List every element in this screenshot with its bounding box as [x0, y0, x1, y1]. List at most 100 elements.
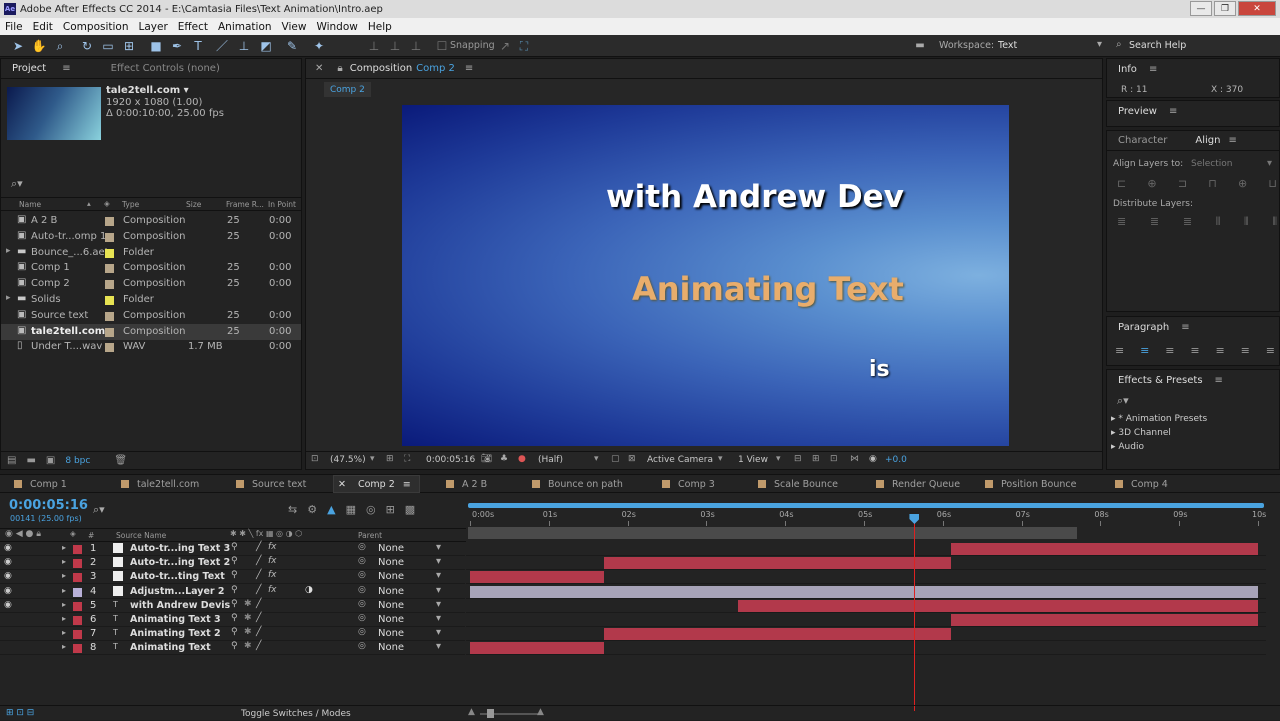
label-color-swatch[interactable]: [105, 343, 114, 353]
tab-info[interactable]: Info: [1118, 64, 1137, 75]
region-of-interest-icon[interactable]: ▢: [611, 454, 620, 464]
zoom-slider-thumb[interactable]: [487, 709, 494, 718]
snapping-checkbox[interactable]: ☐: [434, 38, 450, 54]
menu-layer[interactable]: Layer: [134, 21, 173, 33]
flowchart-icon[interactable]: ⋈: [850, 454, 859, 464]
parent-select[interactable]: None: [378, 628, 404, 639]
label-color-swatch[interactable]: [73, 559, 82, 569]
tab-paragraph[interactable]: Paragraph: [1118, 322, 1169, 333]
distribute-top-icon[interactable]: ≣: [1117, 215, 1126, 229]
text-with-andrew-dev[interactable]: with Andrew Dev: [606, 179, 904, 215]
rectangle-tool-icon[interactable]: ■: [148, 38, 164, 54]
menu-window[interactable]: Window: [311, 21, 362, 33]
expand-arrow-icon[interactable]: ▸: [62, 557, 66, 566]
distribute-bottom-icon[interactable]: ≣: [1183, 215, 1192, 229]
timeline-tab[interactable]: Source text: [236, 475, 306, 493]
layer-row[interactable]: ◉ ▸ 1 Auto-tr...ing Text 3 ⚲ ╱ fx ◎ None…: [0, 542, 465, 556]
expand-arrow-icon[interactable]: ▸: [6, 246, 11, 256]
panel-menu-icon[interactable]: ≡: [1181, 322, 1189, 333]
panel-menu-icon[interactable]: ≡: [1228, 135, 1236, 146]
col-parent[interactable]: Parent: [358, 531, 382, 540]
minimize-button[interactable]: —: [1190, 1, 1212, 16]
transparency-grid-icon[interactable]: ⊠: [628, 454, 636, 464]
project-item[interactable]: ▣ Comp 2 Composition 25 0:00: [1, 276, 301, 292]
chevron-down-icon[interactable]: ▾: [1267, 158, 1272, 169]
pick-whip-icon[interactable]: ◎: [358, 627, 366, 637]
layer-duration-bar[interactable]: [470, 642, 604, 655]
frame-blending-icon[interactable]: ▦: [346, 503, 356, 516]
label-color-swatch[interactable]: [73, 616, 82, 625]
toggle-switches-modes[interactable]: Toggle Switches / Modes: [241, 709, 351, 719]
menu-effect[interactable]: Effect: [173, 21, 213, 33]
new-comp-icon[interactable]: ▣: [46, 455, 55, 466]
new-folder-icon[interactable]: ▬: [26, 455, 35, 466]
layer-duration-bar[interactable]: [603, 557, 951, 570]
project-item[interactable]: ▸ ▬ Solids Folder: [1, 292, 301, 308]
playhead[interactable]: [914, 515, 916, 711]
type-tool-icon[interactable]: T: [190, 38, 206, 54]
label-color-swatch[interactable]: [73, 587, 82, 597]
align-text-left-icon[interactable]: ≡: [1115, 344, 1124, 357]
col-size[interactable]: Size: [186, 200, 201, 209]
layer-duration-bar[interactable]: [603, 628, 951, 641]
shy-switch-icon[interactable]: ⚲: [231, 542, 238, 552]
center-text-icon[interactable]: ≡: [1140, 344, 1149, 357]
channel-icon[interactable]: ●: [518, 454, 526, 464]
time-ruler[interactable]: 0:00s 01s 02s 03s 04s 05s 06s 07s 08s 09s 10s: [466, 510, 1266, 526]
align-left-icon[interactable]: ⊏: [1117, 177, 1126, 190]
eye-icon[interactable]: ◉: [4, 557, 12, 567]
timeline-icon[interactable]: ⊡: [830, 454, 838, 464]
menu-edit[interactable]: Edit: [28, 21, 58, 33]
pan-behind-tool-icon[interactable]: ⊞: [121, 38, 137, 54]
timeline-tab[interactable]: Render Queue: [876, 475, 960, 493]
project-item[interactable]: ▸ ▬ Bounce_...6.aet Folder: [1, 245, 301, 261]
layer-row[interactable]: ◉ ▸ 2 Auto-tr...ing Text 2 ⚲ ╱ fx ◎ None…: [0, 556, 465, 571]
shy-switch-icon[interactable]: ⚲: [231, 627, 238, 637]
expand-pane-icon[interactable]: ⊞ ⊡ ⊟: [6, 708, 34, 718]
menu-view[interactable]: View: [277, 21, 312, 33]
distribute-vcenter-icon[interactable]: ≣: [1150, 215, 1159, 229]
label-color-swatch[interactable]: [105, 217, 114, 226]
layer-duration-bar[interactable]: [950, 614, 1258, 626]
shy-switch-icon[interactable]: ⚲: [231, 641, 238, 651]
timeline-tab[interactable]: ✕ Comp 2 ≡: [333, 475, 420, 493]
tab-preview[interactable]: Preview: [1118, 106, 1157, 117]
align-top-icon[interactable]: ⊓: [1208, 177, 1217, 190]
label-color-swatch[interactable]: [105, 311, 114, 321]
shy-switch-icon[interactable]: ⚲: [231, 556, 238, 566]
pick-whip-icon[interactable]: ◎: [358, 599, 366, 609]
distribute-left-icon[interactable]: ⫴: [1216, 215, 1221, 229]
chevron-down-icon[interactable]: ▾: [718, 454, 723, 464]
layer-duration-bar[interactable]: [470, 571, 604, 584]
close-tab-icon[interactable]: ✕: [338, 479, 346, 490]
timeline-tab[interactable]: Bounce on path: [532, 475, 623, 493]
layer-duration-bar[interactable]: [470, 585, 1258, 598]
justify-center-icon[interactable]: ≡: [1216, 344, 1225, 357]
pick-whip-icon[interactable]: ◎: [358, 613, 366, 623]
project-item[interactable]: ▣ Auto-tr...omp 1 Composition 25 0:00: [1, 229, 301, 245]
project-item[interactable]: ▣ Comp 1 Composition 25 0:00: [1, 260, 301, 276]
shy-switch-icon[interactable]: ⚲: [231, 613, 238, 623]
layer-row[interactable]: ◉ ▸ 3 Auto-tr...ting Text ⚲ ╱ fx ◎ None …: [0, 570, 465, 585]
chevron-down-icon[interactable]: ▾: [776, 454, 781, 464]
snap-edge-icon[interactable]: ↗: [497, 38, 513, 54]
roto-brush-tool-icon[interactable]: ✎: [284, 38, 300, 54]
comp-subtab[interactable]: Comp 2: [324, 82, 371, 97]
zoom-out-icon[interactable]: ▲: [468, 707, 475, 717]
expand-arrow-icon[interactable]: ▸: [62, 543, 66, 552]
chevron-down-icon[interactable]: ▾: [436, 613, 441, 624]
fx-switch-icon[interactable]: fx: [268, 570, 277, 580]
selection-tool-icon[interactable]: ➤: [10, 38, 26, 54]
label-color-swatch[interactable]: [73, 630, 82, 640]
quality-switch-icon[interactable]: ╱: [256, 542, 261, 552]
parent-select[interactable]: None: [378, 614, 404, 625]
always-preview-icon[interactable]: ⊡: [311, 454, 319, 464]
panel-menu-icon[interactable]: ≡: [62, 63, 70, 74]
quality-switch-icon[interactable]: ╱: [256, 599, 261, 609]
quality-switch-icon[interactable]: ╱: [256, 570, 261, 580]
layer-name[interactable]: Auto-tr...ing Text 3: [130, 543, 230, 554]
draft-3d-icon[interactable]: ⚙: [307, 503, 317, 516]
tab-character[interactable]: Character: [1118, 135, 1167, 146]
justify-right-icon[interactable]: ≡: [1241, 344, 1250, 357]
layer-row[interactable]: ▸ 7 T Animating Text 2 ⚲ ✱ ╱ ◎ None ▾: [0, 627, 465, 642]
